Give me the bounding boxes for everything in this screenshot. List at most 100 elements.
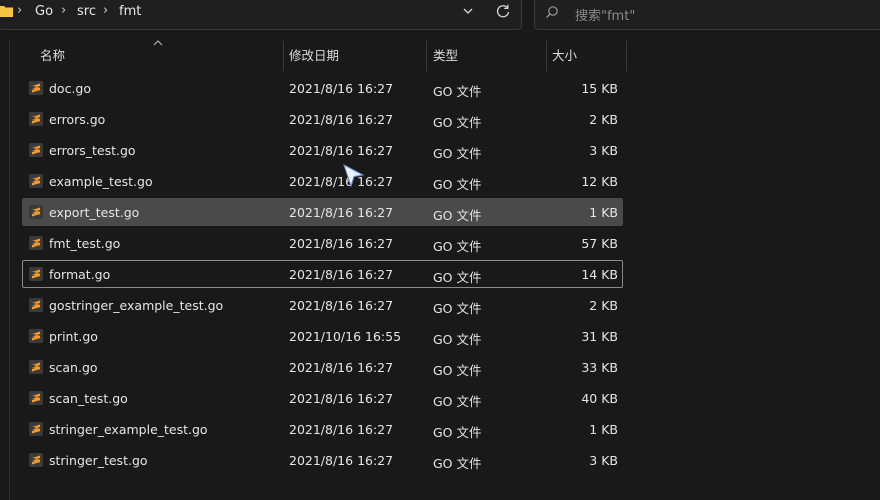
file-date: 2021/8/16 16:27 <box>289 112 394 127</box>
address-bar[interactable]: › Go › src › fmt <box>0 0 522 30</box>
file-type: GO 文件 <box>433 301 482 316</box>
file-name: errors_test.go <box>49 143 136 158</box>
file-name: scan_test.go <box>49 391 128 406</box>
file-type: GO 文件 <box>433 363 482 378</box>
sublime-file-icon <box>29 143 43 157</box>
file-date: 2021/8/16 16:27 <box>289 422 394 437</box>
file-size: 15 KB <box>581 81 618 96</box>
breadcrumb-separator: › <box>103 3 109 18</box>
column-header-date[interactable]: 修改日期 <box>289 41 339 71</box>
file-date: 2021/8/16 16:27 <box>289 453 394 468</box>
column-divider[interactable] <box>283 41 284 71</box>
file-name: print.go <box>49 329 98 344</box>
file-row[interactable]: print.go 2021/10/16 16:55 GO 文件 31 KB <box>22 322 623 350</box>
sublime-file-icon <box>29 422 43 436</box>
file-type: GO 文件 <box>433 394 482 409</box>
sort-up-icon <box>153 40 163 46</box>
file-name: fmt_test.go <box>49 236 121 251</box>
mouse-cursor-icon <box>343 164 365 188</box>
search-box[interactable]: 搜索"fmt" <box>534 0 880 30</box>
file-name: export_test.go <box>49 205 140 220</box>
file-type: GO 文件 <box>433 239 482 254</box>
column-divider[interactable] <box>546 41 547 71</box>
file-name: errors.go <box>49 112 106 127</box>
file-date: 2021/8/16 16:27 <box>289 205 394 220</box>
breadcrumb-separator: › <box>61 3 67 18</box>
breadcrumb-separator: › <box>17 3 23 18</box>
file-size: 40 KB <box>581 391 618 406</box>
file-row[interactable]: fmt_test.go 2021/8/16 16:27 GO 文件 57 KB <box>22 229 623 257</box>
file-row[interactable]: format.go 2021/8/16 16:27 GO 文件 14 KB <box>22 260 623 288</box>
file-size: 2 KB <box>589 112 618 127</box>
file-date: 2021/10/16 16:55 <box>289 329 402 344</box>
file-date: 2021/8/16 16:27 <box>289 298 394 313</box>
sublime-file-icon <box>29 329 43 343</box>
file-date: 2021/8/16 16:27 <box>289 143 394 158</box>
file-row[interactable]: scan_test.go 2021/8/16 16:27 GO 文件 40 KB <box>22 384 623 412</box>
sublime-file-icon <box>29 236 43 250</box>
folder-icon <box>0 6 13 17</box>
file-name: stringer_example_test.go <box>49 422 208 437</box>
file-row[interactable]: example_test.go 2021/8/16 16:27 GO 文件 12 KB <box>22 167 623 195</box>
file-type: GO 文件 <box>433 425 482 440</box>
chevron-down-icon[interactable] <box>461 4 475 18</box>
file-row[interactable]: gostringer_example_test.go 2021/8/16 16:2… <box>22 291 623 319</box>
file-name: stringer_test.go <box>49 453 148 468</box>
file-row[interactable]: stringer_example_test.go 2021/8/16 16:27 G… <box>22 415 623 443</box>
file-type: GO 文件 <box>433 270 482 285</box>
file-date: 2021/8/16 16:27 <box>289 391 394 406</box>
file-name: format.go <box>49 267 111 282</box>
file-size: 3 KB <box>589 143 618 158</box>
file-type: GO 文件 <box>433 332 482 347</box>
sublime-file-icon <box>29 298 43 312</box>
file-name: gostringer_example_test.go <box>49 298 224 313</box>
file-row[interactable]: export_test.go 2021/8/16 16:27 GO 文件 1 KB <box>22 198 623 226</box>
file-size: 31 KB <box>581 329 618 344</box>
file-name: doc.go <box>49 81 92 96</box>
sublime-file-icon <box>29 112 43 126</box>
sublime-file-icon <box>29 205 43 219</box>
sublime-file-icon <box>29 360 43 374</box>
file-size: 57 KB <box>581 236 618 251</box>
file-size: 2 KB <box>589 298 618 313</box>
refresh-icon[interactable] <box>495 3 511 19</box>
file-date: 2021/8/16 16:27 <box>289 267 394 282</box>
file-date: 2021/8/16 16:27 <box>289 236 394 251</box>
sublime-file-icon <box>29 453 43 467</box>
file-size: 12 KB <box>581 174 618 189</box>
column-header-name[interactable]: 名称 <box>40 41 65 71</box>
file-date: 2021/8/16 16:27 <box>289 81 394 96</box>
file-size: 14 KB <box>581 267 618 282</box>
file-type: GO 文件 <box>433 146 482 161</box>
pane-divider <box>9 40 10 500</box>
breadcrumb-go[interactable]: Go <box>35 4 53 19</box>
file-type: GO 文件 <box>433 84 482 99</box>
breadcrumb-src[interactable]: src <box>77 4 96 19</box>
file-size: 33 KB <box>581 360 618 375</box>
file-type: GO 文件 <box>433 456 482 471</box>
file-size: 1 KB <box>589 422 618 437</box>
file-row[interactable]: errors_test.go 2021/8/16 16:27 GO 文件 3 KB <box>22 136 623 164</box>
column-header-type[interactable]: 类型 <box>433 41 458 71</box>
file-size: 1 KB <box>589 205 618 220</box>
sublime-file-icon <box>29 81 43 95</box>
column-header-size[interactable]: 大小 <box>552 41 577 71</box>
toolbar: › Go › src › fmt 搜索"fmt" <box>0 0 880 31</box>
search-input[interactable]: 搜索"fmt" <box>575 5 635 24</box>
file-type: GO 文件 <box>433 115 482 130</box>
column-divider[interactable] <box>626 41 627 71</box>
column-divider[interactable] <box>426 41 427 71</box>
file-type: GO 文件 <box>433 208 482 223</box>
file-row[interactable]: scan.go 2021/8/16 16:27 GO 文件 33 KB <box>22 353 623 381</box>
file-date: 2021/8/16 16:27 <box>289 174 394 189</box>
breadcrumb-fmt[interactable]: fmt <box>119 4 141 19</box>
file-row[interactable]: stringer_test.go 2021/8/16 16:27 GO 文件 3 KB <box>22 446 623 474</box>
file-row[interactable]: errors.go 2021/8/16 16:27 GO 文件 2 KB <box>22 105 623 133</box>
file-type: GO 文件 <box>433 177 482 192</box>
file-name: scan.go <box>49 360 98 375</box>
sublime-file-icon <box>29 174 43 188</box>
sublime-file-icon <box>29 391 43 405</box>
search-icon <box>546 6 558 18</box>
file-date: 2021/8/16 16:27 <box>289 360 394 375</box>
file-row[interactable]: doc.go 2021/8/16 16:27 GO 文件 15 KB <box>22 74 623 102</box>
